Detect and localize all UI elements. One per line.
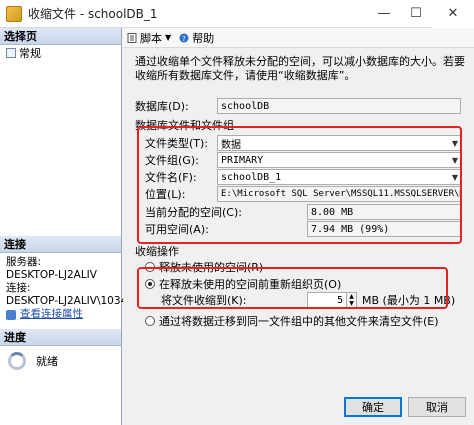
progress-section: 进度 就绪 xyxy=(0,329,121,370)
select-page-header: 选择页 xyxy=(0,28,121,45)
maximize-button[interactable]: ☐ xyxy=(400,0,432,28)
window-title: 收缩文件 - schoolDB_1 xyxy=(28,7,158,21)
app-icon xyxy=(6,5,22,22)
progress-spinner-icon xyxy=(8,352,26,370)
server-label: 服务器: xyxy=(6,256,42,268)
help-button[interactable]: ? 帮助 xyxy=(179,30,214,46)
toolbar: 脚本 ▼ ? 帮助 xyxy=(123,28,474,48)
view-connection-properties-link[interactable]: 查看连接属性 xyxy=(6,308,117,321)
view-connection-label: 查看连接属性 xyxy=(20,308,83,320)
left-pane: 选择页 常规 连接 服务器: DESKTOP-LJ2ALIV 连接: DESKT… xyxy=(0,28,128,425)
description-text: 通过收缩单个文件释放未分配的空间，可以减小数据库的大小。若要收缩所有数据库文件，… xyxy=(135,55,465,82)
page-icon xyxy=(6,48,16,58)
connection-header: 连接 xyxy=(0,236,121,253)
option-empty-radio[interactable]: 通过将数据迁移到同一文件组中的其他文件来清空文件(E) xyxy=(145,313,439,329)
close-button[interactable]: ✕ xyxy=(432,0,474,28)
title-bar: 收缩文件 - schoolDB_1 — ☐ ✕ xyxy=(0,0,474,28)
script-label: 脚本 xyxy=(140,31,162,45)
highlight-box-shrink xyxy=(137,267,448,309)
svg-text:?: ? xyxy=(182,35,186,43)
connection-value: DESKTOP-LJ2ALIV\1034 xyxy=(6,295,128,307)
connection-label: 连接: xyxy=(6,282,31,294)
database-field: schoolDB xyxy=(217,98,461,114)
help-icon: ? xyxy=(179,33,189,43)
cancel-button[interactable]: 取消 xyxy=(408,397,466,417)
server-value: DESKTOP-LJ2ALIV xyxy=(6,269,97,281)
option-empty-label: 通过将数据迁移到同一文件组中的其他文件来清空文件(E) xyxy=(159,315,439,328)
radio-icon xyxy=(145,316,155,326)
script-button[interactable]: 脚本 ▼ xyxy=(127,30,171,46)
minimize-button[interactable]: — xyxy=(368,0,400,28)
database-label: 数据库(D): xyxy=(135,100,189,113)
page-item-label: 常规 xyxy=(19,47,41,60)
properties-icon xyxy=(6,309,16,320)
ok-button[interactable]: 确定 xyxy=(344,397,402,417)
help-label: 帮助 xyxy=(192,31,215,45)
progress-header: 进度 xyxy=(0,329,121,346)
chevron-down-icon: ▼ xyxy=(165,33,172,42)
progress-status: 就绪 xyxy=(36,355,58,368)
connection-section: 连接 服务器: DESKTOP-LJ2ALIV 连接: DESKTOP-LJ2A… xyxy=(0,236,128,321)
highlight-box-files xyxy=(137,126,462,244)
page-item-general[interactable]: 常规 xyxy=(0,45,121,61)
section-shrink-title: 收缩操作 xyxy=(135,245,179,258)
script-icon xyxy=(127,32,137,43)
